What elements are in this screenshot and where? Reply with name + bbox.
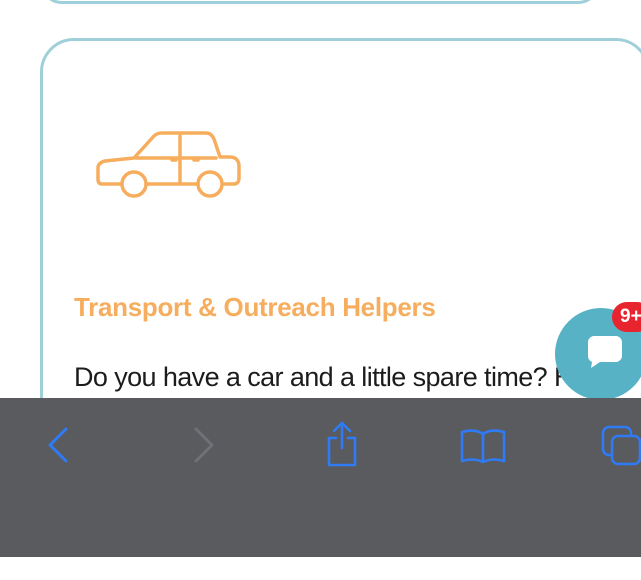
back-button[interactable] <box>44 425 74 465</box>
notification-badge: 9+ <box>612 302 641 332</box>
chevron-left-icon <box>48 427 68 463</box>
bookmarks-button[interactable] <box>459 428 507 464</box>
share-icon <box>327 421 357 467</box>
home-indicator <box>222 571 462 580</box>
previous-card <box>40 0 600 4</box>
card-title: Transport & Outreach Helpers <box>74 292 436 322</box>
chat-bubble-icon <box>588 336 622 368</box>
book-icon <box>460 429 506 464</box>
car-icon <box>96 131 241 198</box>
forward-button[interactable] <box>188 425 218 465</box>
tabs-button[interactable] <box>600 424 641 468</box>
tabs-icon <box>601 425 641 466</box>
browser-toolbar <box>0 398 641 557</box>
chevron-right-icon <box>194 427 214 463</box>
share-button[interactable] <box>324 420 360 468</box>
